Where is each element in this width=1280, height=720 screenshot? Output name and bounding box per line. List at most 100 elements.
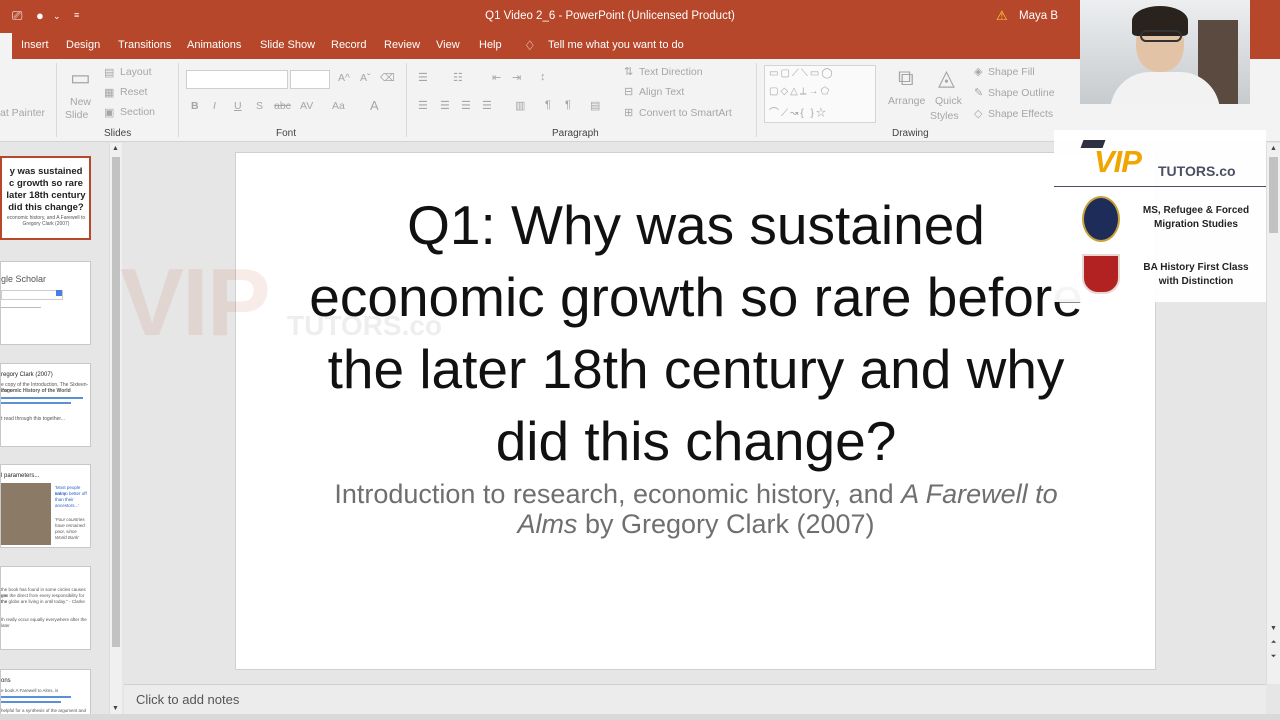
tab-design[interactable]: Design [66,39,100,51]
bold-button[interactable]: B [191,100,199,112]
webcam-presenter-glasses [1140,30,1182,42]
align-right-icon[interactable]: ☰ [461,99,471,112]
previous-slide-icon[interactable]: ⏶ [1268,639,1279,647]
bullets-icon[interactable]: ☰ [418,71,428,84]
tab-animations[interactable]: Animations [187,39,241,51]
section-button[interactable]: Section [120,106,155,118]
tab-insert[interactable]: Insert [21,39,49,51]
notes-placeholder[interactable]: Click to add notes [136,692,239,707]
change-case-button[interactable]: Aa [332,100,345,112]
increase-font-icon[interactable]: A^ [338,72,350,84]
tab-slide-show[interactable]: Slide Show [260,39,315,51]
tab-review[interactable]: Review [384,39,420,51]
scroll-up-icon[interactable]: ▲ [110,145,121,152]
scroll-down-icon[interactable]: ▼ [110,705,121,712]
ltr-icon[interactable]: ¶ [545,99,551,111]
layout-button[interactable]: Layout [120,66,152,78]
convert-smartart-button[interactable]: Convert to SmartArt [639,107,732,119]
shadow-button[interactable]: S [256,100,263,112]
tab-view[interactable]: View [436,39,460,51]
paragraph-group-label: Paragraph [552,128,599,139]
tab-help[interactable]: Help [479,39,502,51]
webcam-overlay [1080,0,1250,104]
cambridge-crest-icon [1082,254,1120,294]
thumb-searchbox [1,290,63,300]
justify-icon[interactable]: ☰ [482,99,492,112]
new-slide-label-2[interactable]: Slide [65,109,88,121]
notes-pane[interactable]: Click to add notes [124,684,1266,714]
arrange-button[interactable]: Arrange [888,95,925,107]
font-size-input[interactable] [290,70,330,89]
thumb-link [1,397,83,399]
slide-subtitle[interactable]: Introduction to research, economic histo… [266,479,1126,539]
slide-thumbnail-5[interactable]: the book has found in some circles cause… [0,566,91,650]
scrollbar-thumb[interactable] [112,157,120,647]
decrease-font-icon[interactable]: Aˇ [360,72,371,84]
arrange-icon: ⧉ [898,65,914,90]
new-slide-icon[interactable]: ▭ [70,65,91,91]
slide-thumbnail-6[interactable]: ons e book A Farewell to Alms, is helpfu… [0,669,91,720]
tab-transitions[interactable]: Transitions [118,39,171,51]
thumb-title: l parameters... [1,473,40,479]
quick-styles-label-1[interactable]: Quick [935,95,962,107]
reset-icon: ▦ [104,87,115,99]
subtitle-book-title: A Farewell to [901,479,1058,509]
columns-icon[interactable]: ▥ [515,99,525,112]
scrollbar-thumb[interactable] [1269,157,1278,233]
thumb-photo [1,483,51,545]
slide-thumbnail-1[interactable]: y was sustained c growth so rare later 1… [0,156,91,240]
smartart-icon: ⊞ [624,107,634,119]
increase-indent-icon[interactable]: ⇥ [512,71,521,84]
tell-me-box[interactable]: Tell me what you want to do [548,39,684,51]
tab-home[interactable] [0,33,12,59]
paragraph-settings-icon[interactable]: ▤ [590,99,600,112]
drawing-group-label: Drawing [892,128,929,139]
lightbulb-icon: ♢ [524,38,536,53]
oxford-crest-icon [1082,196,1120,242]
new-slide-label-1[interactable]: New [70,96,91,108]
slide-thumbnail-4[interactable]: l parameters... 'Most people today are n… [0,464,91,548]
slide-thumbnail-2[interactable]: gle Scholar [0,261,91,345]
thumb-title-line: c growth so rare [9,178,83,189]
thumbnails-scrollbar[interactable]: ▲ ▼ [109,143,122,720]
shape-effects-button[interactable]: Shape Effects [988,108,1053,120]
tab-record[interactable]: Record [331,39,366,51]
underline-button[interactable]: U [234,100,242,112]
editor-scrollbar[interactable]: ▲ ▼ ⏶ ⏷ [1266,143,1280,684]
align-center-icon[interactable]: ☰ [440,99,450,112]
text-direction-button[interactable]: Text Direction [639,66,703,78]
quick-styles-label-2[interactable]: Styles [930,110,959,122]
reset-button[interactable]: Reset [120,86,147,98]
slide-thumbnail-3[interactable]: regory Clark (2007) e copy of the Introd… [0,363,91,447]
thumb-line [1,307,41,308]
font-color-button[interactable]: A [370,98,379,113]
quick-styles-icon: ◬ [938,65,955,90]
italic-button[interactable]: I [213,100,216,112]
scroll-down-icon[interactable]: ▼ [1268,625,1279,632]
thumb-link [1,402,71,404]
shapes-gallery[interactable]: ▭▢⟋⟍▭◯ ▢◇△⟂→⬠ ⌒⟋↝{ }☆ [764,65,876,123]
thumb-title-line: y was sustained [9,166,83,177]
warning-icon[interactable]: ⚠ [996,8,1008,24]
rtl-icon[interactable]: ¶ [565,99,571,111]
thumb-link [1,696,71,698]
clear-format-icon[interactable]: ⌫ [380,72,395,84]
format-painter-button[interactable]: at Painter [0,107,45,119]
align-left-icon[interactable]: ☰ [418,99,428,112]
slide-canvas[interactable]: Q1: Why was sustained economic growth so… [235,152,1156,670]
align-text-button[interactable]: Align Text [639,86,684,98]
font-name-input[interactable] [186,70,288,89]
shape-outline-button[interactable]: Shape Outline [988,87,1055,99]
strikethrough-button[interactable]: abc [274,100,291,112]
group-separator [756,63,757,137]
user-name[interactable]: Maya B [1019,10,1058,22]
subtitle-book-title: Alms [517,509,578,539]
shape-fill-button[interactable]: Shape Fill [988,66,1035,78]
slides-group-label: Slides [104,128,132,139]
char-spacing-button[interactable]: AV [300,100,313,112]
line-spacing-icon[interactable]: ↕ [540,71,546,83]
decrease-indent-icon[interactable]: ⇤ [492,71,501,84]
next-slide-icon[interactable]: ⏷ [1268,653,1279,661]
scroll-up-icon[interactable]: ▲ [1268,145,1279,152]
numbering-icon[interactable]: ☷ [453,71,463,84]
